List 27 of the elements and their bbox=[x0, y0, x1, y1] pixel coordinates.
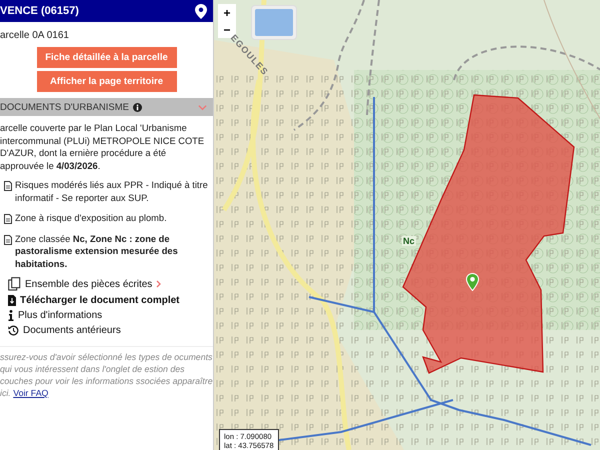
document-icon bbox=[4, 234, 12, 244]
document-link[interactable]: Documents antérieurs bbox=[23, 325, 121, 336]
commune-title: VENCE (06157) bbox=[0, 5, 79, 17]
document-link[interactable]: Télécharger le document complet bbox=[20, 295, 180, 306]
notice-text: Zone classée Nc, Zone Nc : zone de pastoralisme extension mesurée des habitations. bbox=[15, 232, 179, 270]
info-icon bbox=[8, 310, 14, 321]
chevron-icon bbox=[156, 280, 162, 288]
notice-text: Zone à risque d'exposition au plomb. bbox=[15, 212, 167, 224]
help-text: ssurez-vous d'avoir sélectionné les types de ocuments qui vous intéressent dans l'onglet de estion des couches pour voir les informations ssociées apparaître ici. Voir FAQ bbox=[0, 346, 213, 399]
document-icon bbox=[4, 181, 12, 191]
faq-link[interactable]: Voir FAQ bbox=[13, 388, 48, 398]
chevron-icon bbox=[198, 102, 207, 112]
document-icon bbox=[4, 214, 12, 224]
section-header[interactable]: DOCUMENTS D'URBANISME bbox=[0, 98, 213, 116]
location-pin-icon bbox=[195, 4, 207, 18]
document-link[interactable]: Plus d'informations bbox=[18, 310, 102, 321]
copy-icon bbox=[8, 277, 21, 291]
zone-label: Nc bbox=[402, 236, 416, 246]
history-icon bbox=[8, 325, 19, 336]
map-marker-icon[interactable] bbox=[466, 273, 479, 291]
parcel-label: arcelle 0A 0161 bbox=[0, 29, 70, 43]
notice-text: Risques modérés liés aux PPR - Indiqué à titre informatif - Se reporter aux SUP. bbox=[15, 179, 209, 204]
file-icon bbox=[8, 295, 16, 306]
info-icon bbox=[133, 102, 142, 112]
section-title: DOCUMENTS D'URBANISME bbox=[0, 102, 130, 112]
summary-text: arcelle couverte par le Plan Local 'Urbanisme intercommunal (PLUi) METROPOLE NICE COTE D'AZUR, dont la ernière procédure a été approuvée le 4/03/2026. bbox=[0, 122, 206, 172]
document-link[interactable]: Ensemble des pièces écrites bbox=[25, 278, 152, 290]
